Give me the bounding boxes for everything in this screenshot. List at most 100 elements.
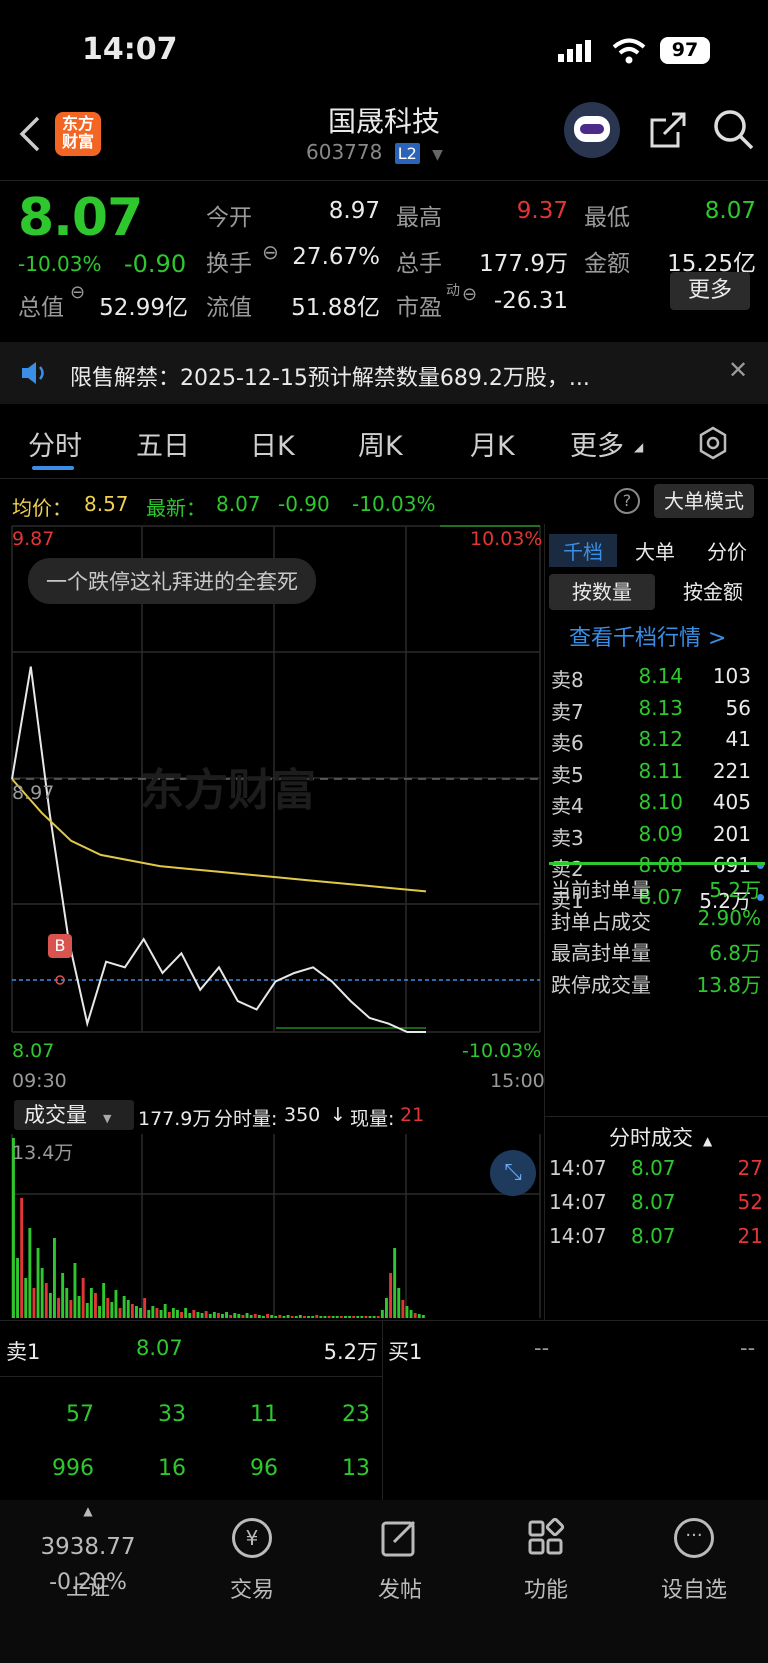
low-label: 最低 (584, 205, 630, 231)
volume-bar (24, 1278, 28, 1318)
volume-bar (208, 1314, 212, 1318)
notice-text: 限售解禁：2025-12-15预计解禁数量689.2万股，... (70, 366, 590, 391)
volume-bar (204, 1311, 208, 1318)
trade-icon[interactable]: ¥ (232, 1518, 272, 1558)
seal-stat-label: 最高封单量 (551, 941, 651, 965)
change-percent: -10.03% (18, 252, 102, 276)
volume-bar (171, 1308, 175, 1318)
nav-trade[interactable]: 交易 (192, 1572, 312, 1604)
tick-time: 14:07 (549, 1156, 607, 1180)
by-quantity-button[interactable]: 按数量 (549, 574, 655, 610)
seal-stat-value: 2.90% (697, 905, 761, 930)
nav-watchlist[interactable]: 设自选 (634, 1572, 754, 1604)
intraday-chart[interactable]: 9.87 10.03% 8.07 -10.03% 8.97 09:30 15:0… (0, 524, 545, 1096)
volume-bar (188, 1313, 192, 1318)
volume-bar (28, 1228, 32, 1318)
volume-bar (126, 1300, 130, 1318)
volume-bar (417, 1314, 421, 1318)
tab-daily-k[interactable]: 日K (250, 424, 295, 463)
more-button[interactable]: 更多 (670, 272, 750, 310)
open-label: 今开 (206, 205, 252, 231)
ask-price: 8.11 (638, 758, 683, 783)
more-dots-icon[interactable]: ··· (674, 1518, 714, 1558)
float-cap-label: 流值 (206, 295, 252, 321)
volume-indicator-select[interactable]: 成交量 ▼ (14, 1100, 134, 1130)
info-icon[interactable]: ⊖ (262, 240, 279, 264)
stock-code-row[interactable]: 603778 L2 ▼ (306, 140, 443, 164)
volume-bar (274, 1316, 278, 1318)
tab-5day[interactable]: 五日 (136, 424, 190, 463)
caret-up-icon: ▲ (703, 1134, 713, 1148)
gear-icon[interactable] (696, 426, 730, 460)
robot-avatar-icon[interactable] (564, 102, 620, 158)
volume-bar (114, 1290, 118, 1318)
volume-bar (196, 1312, 200, 1318)
info-icon[interactable]: ⊖ (70, 282, 85, 303)
big-order-mode-button[interactable]: 大单模式 (654, 484, 754, 518)
volume-bar (102, 1283, 106, 1318)
volume-value: 177.9万 (479, 251, 568, 277)
volume-bar (20, 1198, 24, 1318)
search-icon[interactable] (712, 108, 756, 152)
tab-intraday[interactable]: 分时 (28, 424, 82, 463)
total-volume: 177.9万 (138, 1108, 212, 1130)
app-logo-text: 东方财富 (61, 114, 94, 151)
tab-depth[interactable]: 千档 (549, 534, 617, 567)
volume-chart[interactable]: 13.4万 ⤡ (0, 1134, 544, 1320)
latest-percent: -10.03% (352, 492, 436, 516)
quote-panel: 8.07 -10.03% -0.90 今开 8.97 最高 9.37 最低 8.… (0, 180, 768, 330)
period-tabs: 分时 五日 日K 周K 月K 更多 ◢ (0, 410, 768, 472)
tab-weekly-k[interactable]: 周K (358, 424, 403, 463)
volume-bar (81, 1278, 85, 1318)
share-icon[interactable] (648, 110, 688, 150)
chart-mid-label: 8.97 (12, 782, 55, 804)
view-depth-link[interactable]: 查看千档行情 > (569, 620, 726, 652)
chart-low-label: 8.07 (12, 1040, 55, 1062)
volume-bar (278, 1315, 282, 1318)
volume-bar (139, 1308, 142, 1318)
volume-bar (339, 1316, 343, 1318)
nav-function[interactable]: 功能 (486, 1572, 606, 1604)
tick-volume: 52 (737, 1190, 763, 1214)
index-value[interactable]: 3938.77 (28, 1534, 148, 1560)
volume-bar (184, 1308, 188, 1318)
grid-icon[interactable] (526, 1518, 566, 1558)
volume-bar (356, 1316, 360, 1318)
volume-bar (368, 1316, 372, 1318)
tab-more[interactable]: 更多 (570, 424, 624, 463)
tab-big-order[interactable]: 大单 (635, 536, 675, 565)
back-icon[interactable] (18, 114, 42, 154)
buy-marker[interactable]: B (48, 934, 72, 958)
chart-high-pct: 10.03% (470, 528, 543, 550)
volume-bar (200, 1313, 204, 1318)
volume-bar (61, 1273, 65, 1318)
comment-toast[interactable]: 一个跌停这礼拜进的全套死 (28, 558, 316, 604)
volume-bar (159, 1310, 163, 1318)
tab-monthly-k[interactable]: 月K (470, 424, 515, 463)
close-icon[interactable]: ✕ (728, 356, 748, 384)
volume-label: 总手 (396, 251, 442, 277)
queue-order: 16 (158, 1456, 186, 1481)
volume-bar (147, 1310, 151, 1318)
volume-bar (98, 1306, 101, 1318)
help-icon[interactable]: ? (614, 488, 640, 514)
volume-bar (344, 1316, 347, 1318)
app-logo[interactable]: 东方财富 (55, 112, 101, 156)
ticks-title[interactable]: 分时成交 ▲ (609, 1122, 712, 1152)
notice-bar[interactable]: 限售解禁：2025-12-15预计解禁数量689.2万股，... ✕ (0, 342, 768, 404)
expand-icon[interactable]: ⤡ (490, 1150, 536, 1196)
info-icon[interactable]: ⊖ (462, 284, 477, 305)
tick-time: 14:07 (549, 1224, 607, 1248)
volume-bar (405, 1306, 409, 1318)
by-amount-button[interactable]: 按金额 (661, 574, 765, 610)
volume-bar (85, 1303, 89, 1318)
volume-bar (40, 1268, 44, 1318)
volume-bar (192, 1310, 196, 1318)
tab-price-dist[interactable]: 分价 (707, 536, 747, 565)
chevron-down-icon: ▼ (432, 147, 443, 163)
ask-price: 8.14 (638, 664, 683, 688)
nav-post[interactable]: 发帖 (340, 1572, 460, 1604)
pe-label: 市盈 (396, 295, 442, 321)
status-bar: 14:07 97 (0, 0, 768, 100)
edit-icon[interactable] (380, 1518, 420, 1558)
